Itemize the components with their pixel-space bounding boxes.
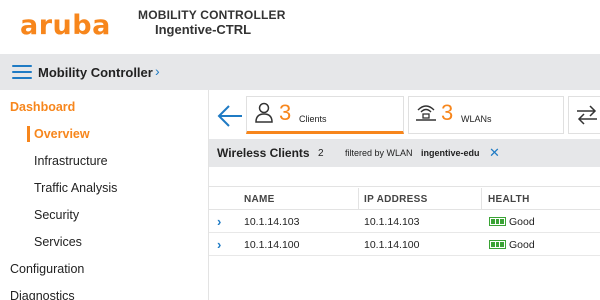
column-header-name[interactable]: NAME (244, 194, 275, 205)
column-divider (481, 188, 482, 210)
health-good-icon (489, 240, 506, 249)
tab-swap[interactable] (568, 96, 600, 134)
aruba-logo[interactable]: aruba (20, 10, 111, 41)
tab-clients[interactable]: 3 Clients (246, 96, 404, 134)
table-row[interactable]: › 10.1.14.100 10.1.14.100 Good (209, 234, 600, 256)
client-ip: 10.1.14.100 (364, 239, 420, 251)
sidebar-item-security[interactable]: Security (34, 208, 79, 222)
wlans-count: 3 (441, 100, 454, 125)
client-health: Good (509, 216, 535, 228)
controller-name: Ingentive-CTRL (155, 22, 252, 37)
client-name: 10.1.14.103 (244, 216, 300, 228)
product-title: MOBILITY CONTROLLER (138, 8, 286, 22)
app-header: aruba MOBILITY CONTROLLER Ingentive-CTRL (0, 0, 600, 54)
table-row[interactable]: › 10.1.14.103 10.1.14.103 Good (209, 211, 600, 233)
nav-bar: Mobility Controller › (0, 54, 600, 90)
column-header-ip[interactable]: IP ADDRESS (364, 194, 428, 205)
wifi-ap-icon (416, 105, 436, 121)
sidebar-item-diagnostics[interactable]: Diagnostics (10, 289, 75, 300)
filter-value: ingentive-edu (421, 148, 480, 158)
nav-title[interactable]: Mobility Controller (38, 65, 153, 80)
health-good-icon (489, 217, 506, 226)
tab-wlans[interactable]: 3 WLANs (408, 96, 564, 134)
sidebar-item-overview[interactable]: Overview (34, 127, 90, 141)
chevron-right-icon[interactable]: › (155, 63, 160, 79)
clients-count: 3 (279, 100, 292, 125)
sidebar-item-configuration[interactable]: Configuration (10, 262, 84, 276)
client-health: Good (509, 239, 535, 251)
client-ip: 10.1.14.103 (364, 216, 420, 228)
column-header-health[interactable]: HEALTH (488, 194, 530, 205)
user-icon (255, 102, 273, 123)
expand-row-icon[interactable]: › (217, 214, 221, 229)
section-header: Wireless Clients 2 filtered by WLAN inge… (209, 139, 600, 167)
back-arrow-icon[interactable] (215, 101, 245, 131)
clients-label: Clients (299, 114, 327, 124)
sidebar-item-services[interactable]: Services (34, 235, 82, 249)
client-name: 10.1.14.100 (244, 239, 300, 251)
table-toolbar (209, 167, 600, 187)
section-title: Wireless Clients (217, 146, 310, 160)
swap-arrows-icon (577, 105, 597, 125)
sidebar-item-infrastructure[interactable]: Infrastructure (34, 154, 108, 168)
section-count: 2 (318, 148, 324, 159)
sidebar-item-traffic-analysis[interactable]: Traffic Analysis (34, 181, 117, 195)
sidebar-item-dashboard[interactable]: Dashboard (10, 100, 75, 114)
expand-row-icon[interactable]: › (217, 237, 221, 252)
column-divider (358, 188, 359, 210)
table-header: NAME IP ADDRESS HEALTH (209, 188, 600, 210)
filter-label: filtered by WLAN (345, 148, 413, 158)
wlans-label: WLANs (461, 114, 492, 124)
close-filter-icon[interactable]: ✕ (489, 146, 500, 159)
hamburger-menu-icon[interactable] (12, 65, 32, 80)
active-indicator (27, 126, 30, 142)
